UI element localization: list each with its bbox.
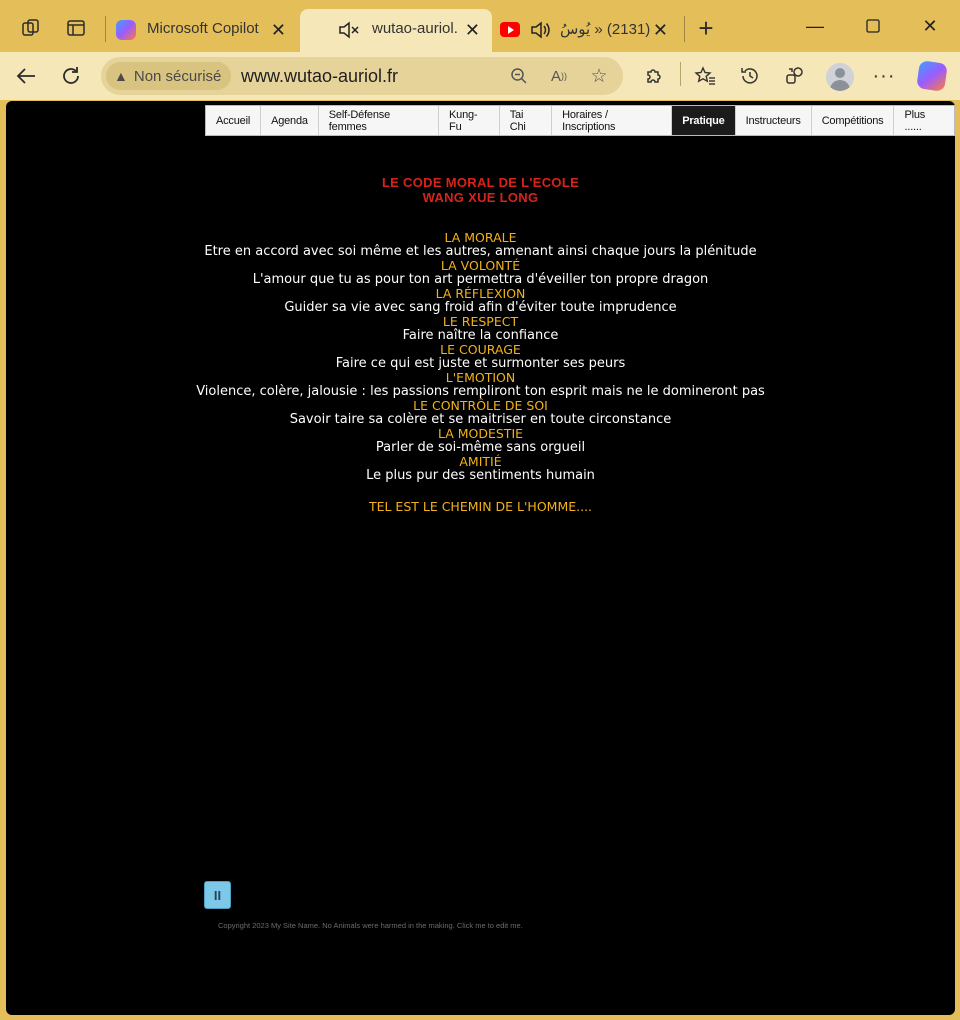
moral-code-list: LA MORALE Etre en accord avec soi même e… [6,231,955,483]
tab-label: Microsoft Copilot [147,20,259,37]
footer-copyright[interactable]: Copyright 2023 My Site Name. No Animals … [218,921,523,930]
youtube-favicon-icon [500,22,520,37]
muted-speaker-icon[interactable] [338,20,360,45]
close-window-icon[interactable]: ✕ [915,12,945,40]
profile-avatar[interactable] [826,63,854,91]
tab-actions-icon[interactable] [62,14,90,42]
tab-strip: Microsoft Copilot ✕ wutao-auriol.fr ✕ (2… [0,0,960,52]
nav-item-instructeurs[interactable]: Instructeurs [736,106,812,135]
virtue-description: Savoir taire sa colère et se maitriser e… [289,412,672,427]
nav-item-pratique[interactable]: Pratique [672,106,736,135]
virtue-description: Faire naître la confiance [402,328,559,343]
virtue-name: LE RESPECT [442,314,519,329]
nav-item-competitions[interactable]: Compétitions [812,106,895,135]
history-icon[interactable] [736,62,764,90]
address-bar[interactable]: ▲ Non sécurisé www.wutao-auriol.fr A)) ☆ [101,57,623,95]
virtue-description: L'amour que tu as pour ton art permettra… [252,272,709,287]
close-tab-icon[interactable]: ✕ [465,20,480,41]
toolbar-separator [680,62,681,86]
nav-item-accueil[interactable]: Accueil [206,106,262,135]
security-indicator[interactable]: ▲ Non sécurisé [106,62,232,90]
favorites-icon[interactable] [691,62,719,90]
nav-item-plus[interactable]: Plus ...... [894,106,954,135]
zoom-out-icon[interactable] [508,65,530,87]
tab-separator [684,16,685,42]
virtue-description: Etre en accord avec soi même et les autr… [204,244,757,259]
virtue-name: LE CONTRÔLE DE SOI [413,398,548,413]
page-viewport: Accueil Agenda Self-Défense femmes Kung-… [6,101,955,1015]
nav-item-tai-chi[interactable]: Tai Chi [500,106,553,135]
virtue-description: Faire ce qui est juste et surmonter ses … [335,356,626,371]
tab-label: (2131) « يُوسُ [560,21,651,38]
virtue-name: LA RÉFLEXION [435,286,526,301]
music-pause-button[interactable]: II [204,881,231,909]
close-tab-icon[interactable]: ✕ [653,20,668,41]
warning-icon: ▲ [114,68,128,84]
nav-item-self-defense[interactable]: Self-Défense femmes [319,106,440,135]
main-content: LE CODE MORAL DE L'ECOLE WANG XUE LONG L… [6,175,955,514]
refresh-icon[interactable] [55,60,87,92]
speaker-icon[interactable] [530,20,552,44]
close-tab-icon[interactable]: ✕ [271,20,286,41]
virtue-name: LA VOLONTÉ [440,258,521,273]
workspaces-icon[interactable] [17,14,45,42]
nav-item-kung-fu[interactable]: Kung-Fu [439,106,500,135]
tab-label: wutao-auriol.fr [372,20,458,37]
virtue-name: LA MODESTIE [437,426,524,441]
nav-item-horaires[interactable]: Horaires / Inscriptions [552,106,673,135]
extensions-icon[interactable] [640,62,668,90]
tab-youtube[interactable]: (2131) « يُوسُ ✕ [494,9,680,52]
tab-separator [105,16,106,42]
tab-copilot[interactable]: Microsoft Copilot ✕ [112,9,298,52]
browser-window: Microsoft Copilot ✕ wutao-auriol.fr ✕ (2… [0,0,960,1020]
closing-line: TEL EST LE CHEMIN DE L'HOMME.... [368,499,593,514]
collections-icon[interactable] [781,62,809,90]
virtue-description: Guider sa vie avec sang froid afin d'évi… [284,300,677,315]
read-aloud-icon[interactable]: A)) [548,65,570,87]
tab-wutao[interactable]: wutao-auriol.fr ✕ [300,9,492,52]
virtue-description: Violence, colère, jalousie : les passion… [196,384,765,399]
virtue-name: AMITIÉ [459,454,502,469]
url-text[interactable]: www.wutao-auriol.fr [241,66,398,87]
virtue-name: LA MORALE [444,230,517,245]
nav-item-agenda[interactable]: Agenda [261,106,319,135]
back-arrow-icon[interactable] [10,60,42,92]
virtue-name: LE COURAGE [440,342,521,357]
copilot-favicon-icon [116,20,136,40]
virtue-description: Le plus pur des sentiments humain [366,468,595,483]
address-toolbar: ▲ Non sécurisé www.wutao-auriol.fr A)) ☆… [0,52,960,100]
copilot-icon[interactable] [916,60,948,92]
virtue-name: L'EMOTION [445,370,516,385]
security-label: Non sécurisé [133,67,222,85]
site-navigation: Accueil Agenda Self-Défense femmes Kung-… [205,105,955,136]
more-options-icon[interactable]: ··· [870,62,898,90]
new-tab-icon[interactable]: + [692,13,720,43]
minimize-icon[interactable]: — [800,12,830,40]
maximize-icon[interactable] [858,12,888,40]
virtue-description: Parler de soi-même sans orgueil [375,440,586,455]
page-title: LE CODE MORAL DE L'ECOLE [381,175,580,190]
favorite-star-icon[interactable]: ☆ [588,65,610,87]
page-subtitle: WANG XUE LONG [422,190,539,205]
